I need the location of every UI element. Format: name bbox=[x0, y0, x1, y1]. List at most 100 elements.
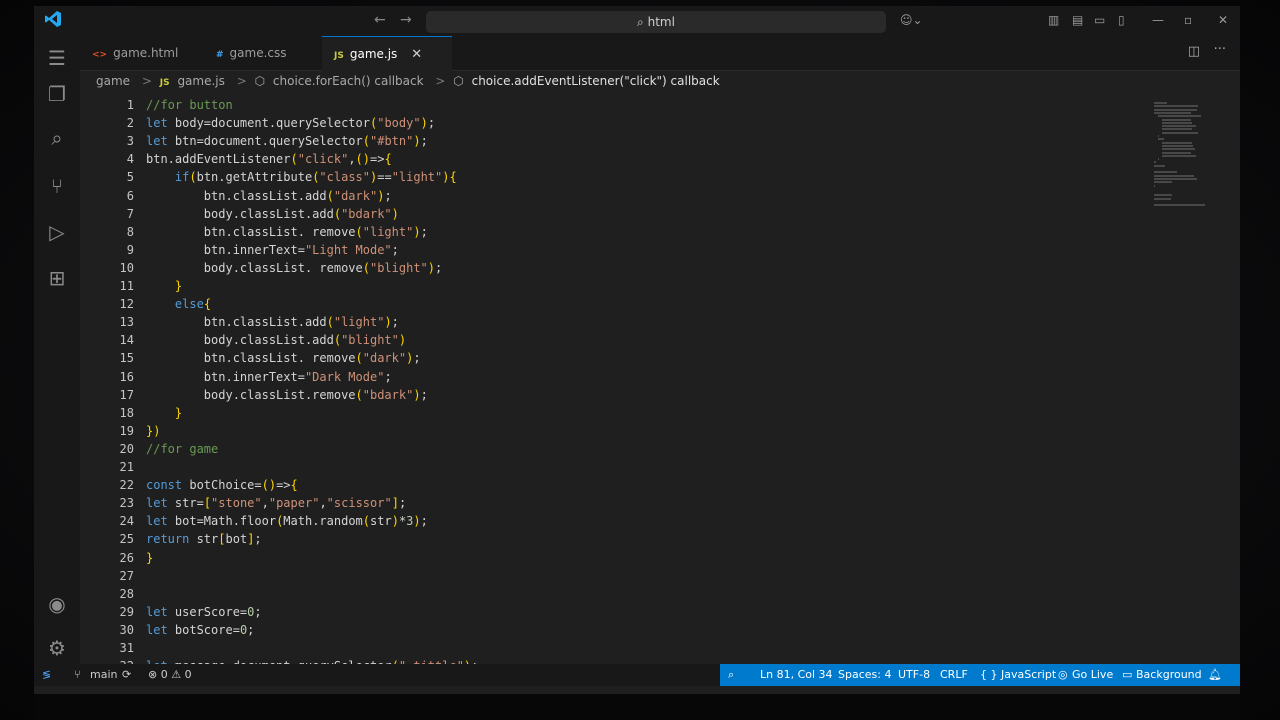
minimap[interactable] bbox=[1154, 102, 1224, 212]
background-icon: ▭ bbox=[1122, 668, 1133, 681]
problems-count[interactable]: ⊗ 0 ⚠ 0 bbox=[148, 664, 192, 686]
cursor-position[interactable]: Ln 81, Col 34 bbox=[760, 664, 833, 686]
code-line[interactable]: } bbox=[146, 549, 153, 567]
background-button[interactable]: Background bbox=[1136, 664, 1202, 686]
command-center-search[interactable]: ⌕ html bbox=[426, 11, 886, 33]
code-line[interactable]: const botChoice=()=>{ bbox=[146, 476, 298, 494]
breadcrumb-folder[interactable]: game bbox=[96, 74, 130, 88]
language-mode[interactable]: { } JavaScript bbox=[980, 664, 1056, 686]
zoom-icon[interactable]: ⌕ bbox=[728, 664, 734, 686]
toggle-panel-icon[interactable]: ▤ bbox=[1072, 13, 1083, 27]
line-number: 3 bbox=[126, 134, 134, 149]
code-line[interactable]: btn.innerText="Dark Mode"; bbox=[146, 368, 392, 386]
close-tab-icon[interactable]: ✕ bbox=[411, 47, 422, 62]
line-number: 27 bbox=[119, 568, 134, 583]
code-line[interactable]: else{ bbox=[146, 295, 211, 313]
line-number: 6 bbox=[126, 188, 134, 203]
breadcrumb-symbol-1[interactable]: choice.forEach() callback bbox=[273, 74, 424, 88]
line-number: 25 bbox=[119, 532, 134, 547]
line-number: 4 bbox=[126, 152, 134, 167]
code-line[interactable]: body.classList. remove("blight"); bbox=[146, 259, 442, 277]
code-line[interactable]: btn.addEventListener("click",()=>{ bbox=[146, 150, 392, 168]
code-line[interactable]: //for game bbox=[146, 440, 218, 458]
end-of-line[interactable]: CRLF bbox=[940, 664, 968, 686]
menu-icon[interactable]: ☰ bbox=[45, 46, 69, 70]
code-line[interactable]: } bbox=[146, 404, 182, 422]
minimize-icon[interactable]: — bbox=[1152, 13, 1164, 27]
line-number: 28 bbox=[119, 586, 134, 601]
line-number: 17 bbox=[119, 387, 134, 402]
code-line[interactable]: let userScore=0; bbox=[146, 603, 262, 621]
more-actions-icon[interactable]: ··· bbox=[1214, 42, 1226, 57]
code-line[interactable]: let botScore=0; bbox=[146, 621, 254, 639]
line-number: 32 bbox=[80, 657, 134, 664]
breadcrumb-file[interactable]: game.js bbox=[177, 74, 224, 88]
code-line[interactable]: if(btn.getAttribute("class")=="light"){ bbox=[146, 168, 457, 186]
source-control-icon[interactable]: ⑂ bbox=[45, 174, 69, 198]
minimap-line bbox=[1158, 135, 1160, 137]
code-line[interactable]: body.classList.add("bdark") bbox=[146, 205, 399, 223]
indentation[interactable]: Spaces: 4 bbox=[838, 664, 891, 686]
code-line[interactable]: btn.innerText="Light Mode"; bbox=[146, 241, 399, 259]
breadcrumb: game > JS game.js > ⬡ choice.forEach() c… bbox=[80, 70, 1240, 92]
notifications-bell-icon[interactable]: 🔔︎ bbox=[1208, 664, 1222, 686]
extensions-icon[interactable]: ⊞ bbox=[45, 266, 69, 290]
monitor-bottom-bezel bbox=[34, 694, 1240, 720]
minimap-line bbox=[1154, 161, 1157, 164]
remote-icon[interactable]: ≶ bbox=[42, 664, 51, 686]
code-line[interactable]: }) bbox=[146, 422, 160, 440]
code-line[interactable]: let message=document.querySelector(".tit… bbox=[146, 657, 478, 664]
copilot-icon[interactable]: ☺⌄ bbox=[900, 13, 923, 27]
js-file-icon: JS bbox=[334, 51, 344, 61]
close-window-icon[interactable]: ✕ bbox=[1218, 13, 1228, 27]
run-debug-icon[interactable]: ▷ bbox=[45, 220, 69, 244]
line-number: 24 bbox=[119, 514, 134, 529]
minimap-line bbox=[1154, 174, 1194, 177]
line-number: 11 bbox=[119, 279, 134, 293]
account-icon[interactable]: ◉ bbox=[45, 592, 69, 616]
settings-gear-icon[interactable]: ⚙ bbox=[45, 636, 69, 660]
minimap-line bbox=[1154, 184, 1156, 187]
code-line[interactable]: btn.classList. remove("dark"); bbox=[146, 349, 421, 367]
line-number: 23 bbox=[119, 496, 134, 511]
back-arrow-icon[interactable]: ← bbox=[374, 12, 386, 28]
toggle-primary-sidebar-icon[interactable]: ▥ bbox=[1048, 13, 1059, 27]
minimap-line bbox=[1162, 151, 1191, 154]
line-number: 21 bbox=[119, 460, 134, 474]
tab-game-css[interactable]: # game.css bbox=[204, 36, 338, 70]
tab-game-js[interactable]: JS game.js ✕ bbox=[322, 36, 452, 71]
code-line[interactable]: let btn=document.querySelector("#btn"); bbox=[146, 132, 428, 150]
code-line[interactable]: let body=document.querySelector("body"); bbox=[146, 114, 435, 132]
forward-arrow-icon[interactable]: → bbox=[400, 12, 412, 28]
maximize-icon[interactable]: ▫ bbox=[1184, 13, 1192, 27]
encoding[interactable]: UTF-8 bbox=[898, 664, 930, 686]
customize-layout-icon[interactable]: ▯ bbox=[1118, 13, 1125, 27]
split-editor-icon[interactable]: ◫ bbox=[1188, 44, 1200, 59]
code-line[interactable]: btn.classList. remove("light"); bbox=[146, 223, 428, 241]
html-file-icon: <> bbox=[92, 50, 108, 60]
code-line[interactable]: let bot=Math.floor(Math.random(str)*3); bbox=[146, 512, 428, 530]
breadcrumb-symbol-2[interactable]: choice.addEventListener("click") callbac… bbox=[472, 74, 720, 88]
code-line[interactable]: let str=["stone","paper","scissor"]; bbox=[146, 494, 406, 512]
code-editor[interactable]: 1 2 3 4 5 6 7 8 9 10 11 12 13 14 15 16 17 18 19 20 21 22 23 24 2… bbox=[80, 92, 1240, 664]
tab-label: game.js bbox=[349, 47, 398, 61]
code-line[interactable]: btn.classList.add("light"); bbox=[146, 313, 399, 331]
code-line[interactable]: } bbox=[146, 277, 182, 295]
search-icon[interactable]: ⌕ bbox=[45, 126, 69, 150]
minimap-line bbox=[1162, 118, 1191, 121]
minimap-line bbox=[1154, 164, 1165, 167]
code-line[interactable]: //for button bbox=[146, 96, 233, 114]
go-live-button[interactable]: Go Live bbox=[1072, 664, 1113, 686]
explorer-icon[interactable]: ❐ bbox=[45, 82, 69, 106]
code-line[interactable]: body.classList.add("blight") bbox=[146, 331, 406, 349]
code-area[interactable]: //for button let body=document.querySelec… bbox=[146, 92, 1146, 664]
code-line[interactable]: btn.classList.add("dark"); bbox=[146, 187, 392, 205]
sync-icon[interactable]: ⟳ bbox=[122, 664, 131, 686]
tab-game-html[interactable]: <> game.html bbox=[80, 36, 216, 70]
branch-name[interactable]: main bbox=[90, 664, 117, 686]
minimap-line bbox=[1154, 204, 1205, 207]
toggle-secondary-sidebar-icon[interactable]: ▭ bbox=[1094, 13, 1105, 27]
code-line[interactable]: return str[bot]; bbox=[146, 530, 262, 548]
line-number: 16 bbox=[119, 369, 134, 384]
code-line[interactable]: body.classList.remove("bdark"); bbox=[146, 386, 428, 404]
